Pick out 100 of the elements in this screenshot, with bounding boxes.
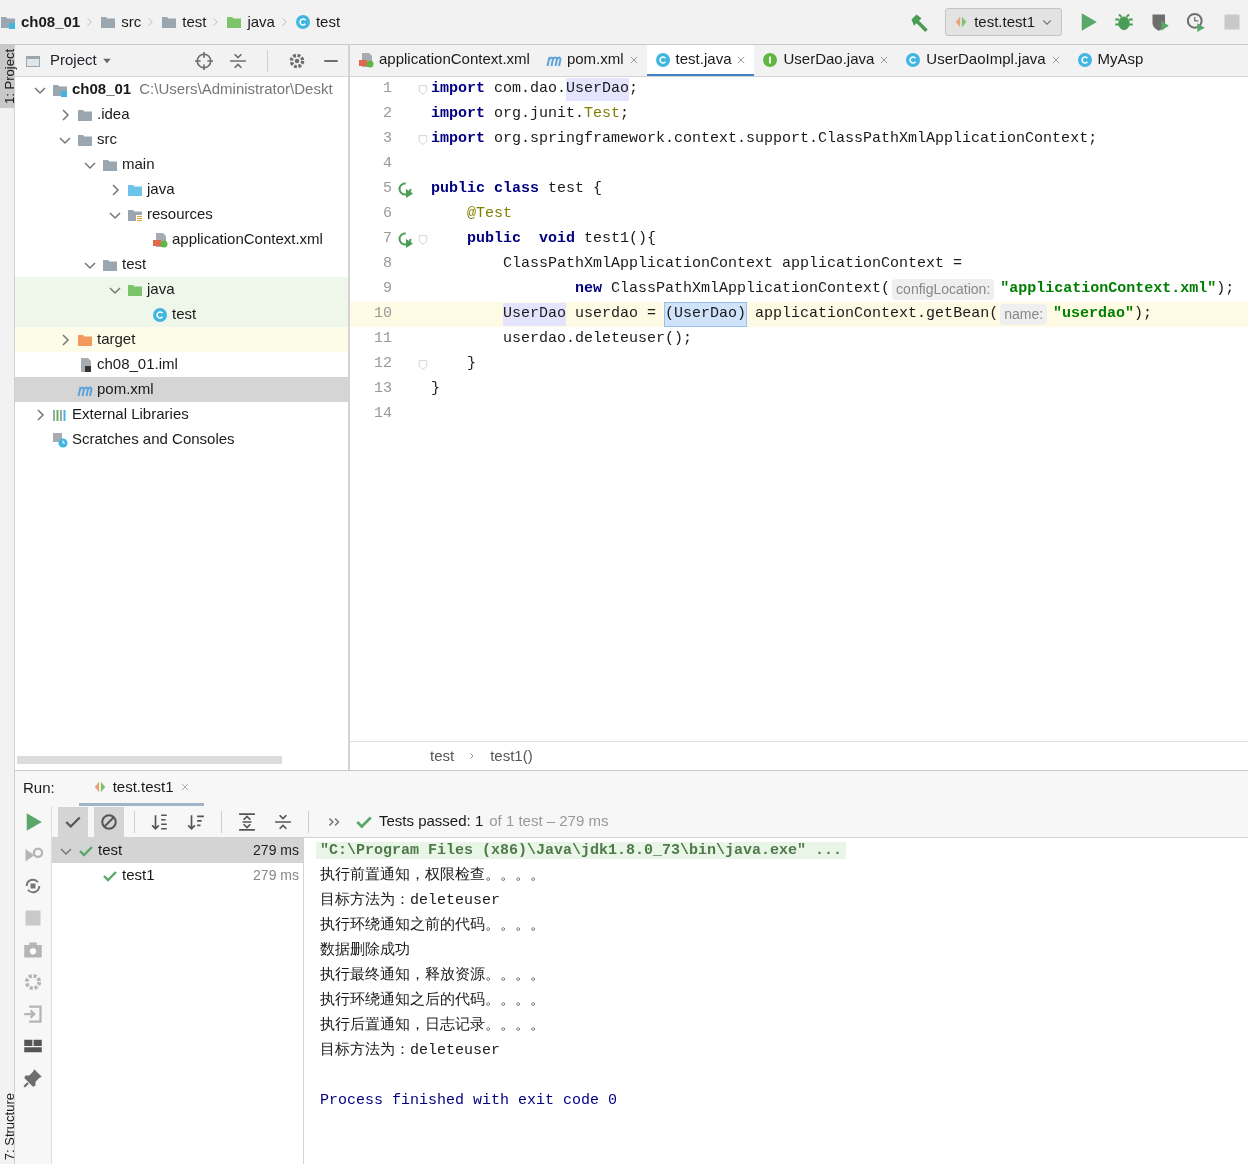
console-line: Process finished with exit code 0	[320, 1092, 618, 1109]
code-text: org.junit.	[494, 104, 585, 125]
code-text: applicationContext.getBean(	[755, 304, 999, 325]
sort-icon	[187, 812, 205, 831]
keyword: new	[575, 279, 603, 300]
refresh-icon[interactable]	[23, 876, 43, 896]
bug-icon[interactable]	[1114, 12, 1134, 32]
code-text: );	[1134, 304, 1153, 325]
console-line: 执行后置通知，日志记录。。。。	[320, 1017, 545, 1034]
breadcrumb-item[interactable]: test1()	[490, 744, 533, 768]
run-config-icon	[92, 780, 107, 794]
line-number: 12	[373, 354, 393, 375]
run-gutter-icon[interactable]	[398, 231, 414, 248]
close-icon[interactable]	[628, 54, 639, 65]
code-text: org.springframework.context.support.ClassPathXmlApplicationContext;	[494, 129, 1098, 150]
run-gutter-icon[interactable]	[398, 181, 414, 198]
selected-text: (UserDao)	[665, 303, 747, 326]
clock-run-icon[interactable]	[1186, 12, 1206, 32]
editor-tab[interactable]: UserDao.java	[754, 45, 898, 76]
tree-row[interactable]: target	[15, 327, 348, 352]
code-text: test1(){	[584, 229, 657, 250]
side-tab[interactable]: 7: Structure	[0, 1088, 14, 1164]
show-ignored-button[interactable]	[94, 806, 124, 837]
code-text: ClassPathXmlApplicationContext(	[611, 279, 891, 300]
tree-item-label: ch08_01	[72, 79, 132, 100]
console-line: 执行最终通知，释放资源。。。。	[320, 967, 545, 984]
string-literal: "userdao"	[1053, 304, 1135, 325]
breadcrumb-item[interactable]: java	[247, 10, 275, 34]
test-name: test1	[122, 865, 155, 886]
run-configuration-dropdown[interactable]: test.test1	[945, 7, 1062, 37]
scrollbar[interactable]	[17, 756, 282, 764]
close-icon[interactable]	[1050, 54, 1061, 65]
tree-item-label: java	[147, 179, 175, 200]
close-icon[interactable]	[736, 54, 747, 65]
tree-row[interactable]: applicationContext.xml	[15, 227, 348, 252]
tree-row[interactable]: resources	[15, 202, 348, 227]
test-status: Tests passed: 1	[379, 811, 484, 832]
test-duration: 279 ms	[253, 866, 300, 885]
tree-row[interactable]: test	[15, 252, 348, 277]
view-dropdown[interactable]: Project	[49, 48, 114, 73]
breadcrumb-item[interactable]: ch08_01	[21, 10, 81, 34]
shield-run-icon[interactable]	[1150, 12, 1170, 32]
settings-icon[interactable]	[288, 51, 306, 70]
tree-row[interactable]: pom.xml	[15, 377, 348, 402]
code-text: }	[431, 379, 440, 400]
xml-file-icon	[358, 51, 374, 68]
editor-tab[interactable]: MyAsp	[1068, 45, 1152, 76]
parameter-hint: name:	[1000, 304, 1048, 325]
tree-row[interactable]: External Libraries	[15, 402, 348, 427]
line-number: 8	[382, 254, 393, 275]
parameter-hint: configLocation:	[892, 279, 995, 300]
breadcrumb-item[interactable]: test	[182, 10, 207, 34]
class-icon	[654, 51, 671, 68]
tree-item-label: resources	[147, 204, 213, 225]
test-tree-row[interactable]: test 279 ms	[52, 838, 303, 863]
pin-icon[interactable]	[23, 1068, 43, 1088]
tree-row[interactable]: java	[15, 177, 348, 202]
class-icon	[294, 14, 311, 30]
line-number: 3	[382, 129, 393, 150]
tree-row[interactable]: main	[15, 152, 348, 177]
breadcrumb-item[interactable]: test	[315, 10, 341, 34]
editor-tab[interactable]: test.java	[646, 45, 755, 76]
keyword: class	[494, 179, 540, 200]
tree-row[interactable]: Scratches and Consoles	[15, 427, 348, 452]
crosshair-icon[interactable]	[195, 51, 213, 70]
tree-row[interactable]: test	[15, 302, 348, 327]
prohibited-icon	[100, 812, 118, 831]
tree-item-label: ch08_01.iml	[97, 354, 178, 375]
line-number: 6	[382, 204, 393, 225]
panel-title: Run:	[23, 778, 55, 799]
module-folder-icon	[0, 14, 16, 30]
breadcrumb-item[interactable]: src	[121, 10, 142, 34]
tree-row[interactable]: ch08_01 C:\Users\Administrator\Deskt	[15, 77, 348, 102]
tree-row[interactable]: ch08_01.iml	[15, 352, 348, 377]
breadcrumb-item[interactable]: test	[430, 744, 455, 768]
console-line: 数据删除成功	[320, 942, 410, 959]
editor-tab[interactable]: UserDaoImpl.java	[897, 45, 1069, 76]
xml-file-icon	[152, 231, 168, 248]
close-icon[interactable]	[879, 54, 890, 65]
annotation: @Test	[467, 204, 513, 225]
editor-tab[interactable]: applicationContext.xml	[350, 45, 538, 76]
line-number: 9	[382, 279, 393, 300]
interface-icon	[762, 51, 779, 68]
line-number: 11	[373, 329, 393, 350]
line-number: 7	[382, 229, 393, 250]
tree-row[interactable]: src	[15, 127, 348, 152]
tree-row[interactable]: .idea	[15, 102, 348, 127]
editor-tab[interactable]: pom.xml	[537, 45, 647, 76]
keyword: import	[431, 104, 485, 125]
tree-item-label: pom.xml	[97, 379, 154, 400]
keyword: import	[431, 129, 485, 150]
test-tree-row[interactable]: test1 279 ms	[52, 863, 303, 888]
hammer-icon[interactable]	[909, 12, 930, 32]
collapse-icon[interactable]	[229, 51, 247, 70]
line-number: 14	[373, 404, 393, 425]
tree-item-label: applicationContext.xml	[172, 229, 323, 250]
annotation: Test	[584, 104, 621, 125]
keyword: public	[467, 229, 522, 250]
show-passed-button[interactable]	[58, 806, 88, 837]
tree-row[interactable]: java	[15, 277, 348, 302]
